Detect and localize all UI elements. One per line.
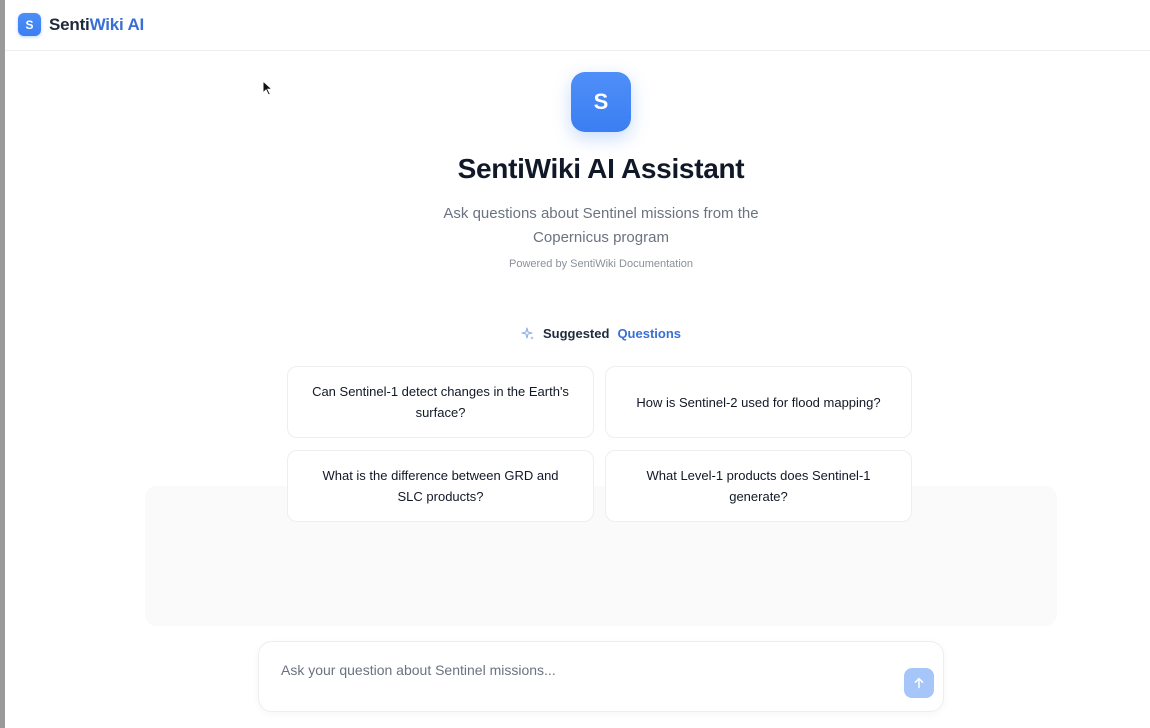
mouse-pointer-icon [262,80,274,96]
brand-name: SentiWiki AI [49,15,144,35]
suggested-heading-part-2: Questions [617,326,682,341]
hero-logo-icon: S [571,72,631,132]
suggested-question-card[interactable]: How is Sentinel-2 used for flood mapping… [605,366,912,438]
arrow-up-icon [914,677,924,689]
suggested-question-text: What Level-1 products does Sentinel-1 ge… [646,468,871,504]
suggested-question-card[interactable]: Can Sentinel-1 detect changes in the Ear… [287,366,594,438]
suggested-question-card[interactable]: What is the difference between GRD and S… [287,450,594,522]
faded-background-overlay [145,486,1057,626]
send-button[interactable] [904,668,934,698]
suggested-questions-heading: Suggested Questions [5,326,1150,341]
brand-name-part-1: Senti [49,14,90,34]
suggested-question-text: What is the difference between GRD and S… [322,468,559,504]
brand-home-link[interactable]: S SentiWiki AI [18,13,144,36]
brand-logo-icon: S [18,13,41,36]
page-subtitle: Ask questions about Sentinel missions fr… [443,205,759,246]
hero-logo-letter: S [593,89,609,114]
powered-by-text: Powered by SentiWiki Documentation [508,258,694,270]
app-window: S SentiWiki AI S SentiWiki AI Assistant … [5,0,1150,728]
brand-name-part-2: Wiki AI [89,14,145,34]
message-composer [258,641,944,712]
suggested-question-text: How is Sentinel-2 used for flood mapping… [636,394,881,410]
suggested-question-text: Can Sentinel-1 detect changes in the Ear… [312,384,569,420]
suggested-heading-part-1: Suggested [542,326,610,341]
top-bar: S SentiWiki AI [5,0,1150,51]
suggested-question-card[interactable]: What Level-1 products does Sentinel-1 ge… [605,450,912,522]
brand-logo-letter: S [25,17,34,32]
sparkle-icon [521,326,535,341]
question-input[interactable] [281,660,881,680]
page-title: SentiWiki AI Assistant [457,153,745,184]
